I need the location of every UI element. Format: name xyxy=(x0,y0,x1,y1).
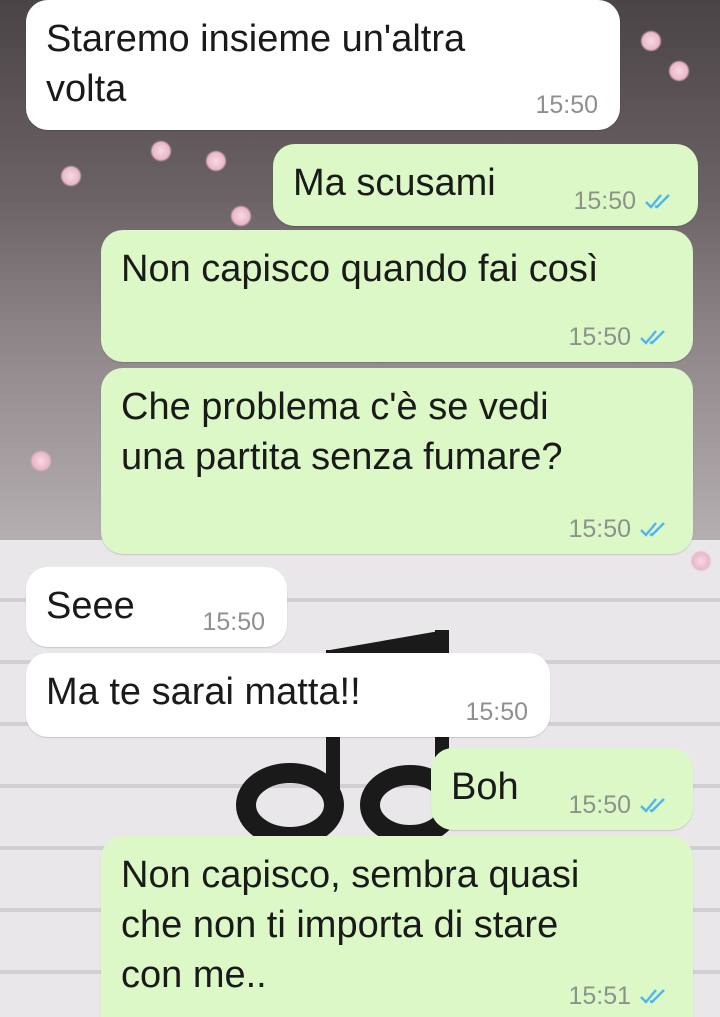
message-bubble-incoming[interactable]: Staremo insieme un'altra volta 15:50 xyxy=(26,0,620,130)
flower-decoration xyxy=(150,140,172,162)
flower-decoration xyxy=(640,30,662,52)
double-check-icon xyxy=(645,194,670,209)
message-time: 15:50 xyxy=(568,323,631,351)
message-text: Non capisco, sembra quasi che non ti imp… xyxy=(121,854,580,996)
flower-decoration xyxy=(205,150,227,172)
message-time: 15:51 xyxy=(568,982,631,1010)
message-time: 15:50 xyxy=(535,91,598,119)
message-bubble-incoming[interactable]: Ma te sarai matta!! 15:50 xyxy=(26,653,550,737)
message-bubble-incoming[interactable]: Seee 15:50 xyxy=(26,567,287,647)
message-text: Ma te sarai matta!! xyxy=(46,671,361,713)
message-meta: 15:50 xyxy=(465,697,528,727)
double-check-icon xyxy=(640,522,665,537)
message-time: 15:50 xyxy=(568,515,631,543)
message-meta: 15:50 xyxy=(568,322,671,352)
message-meta: 15:50 xyxy=(202,607,265,637)
flower-decoration xyxy=(230,205,252,227)
message-meta: 15:51 xyxy=(568,981,671,1011)
message-bubble-outgoing[interactable]: Boh 15:50 xyxy=(431,748,693,830)
message-time: 15:50 xyxy=(573,187,636,215)
message-bubble-outgoing[interactable]: Non capisco, sembra quasi che non ti imp… xyxy=(101,836,693,1017)
message-meta: 15:50 xyxy=(568,790,671,820)
message-bubble-outgoing[interactable]: Che problema c'è se vedi una partita sen… xyxy=(101,368,693,554)
message-meta: 15:50 xyxy=(568,514,671,544)
message-meta: 15:50 xyxy=(535,90,598,120)
flower-decoration xyxy=(690,550,712,572)
message-meta: 15:50 xyxy=(573,186,676,216)
message-text: Non capisco quando fai così xyxy=(121,248,599,290)
message-time: 15:50 xyxy=(568,791,631,819)
message-bubble-outgoing[interactable]: Ma scusami 15:50 xyxy=(273,144,698,226)
message-time: 15:50 xyxy=(202,608,265,636)
message-time: 15:50 xyxy=(465,698,528,726)
double-check-icon xyxy=(640,798,665,813)
double-check-icon xyxy=(640,989,665,1004)
flower-decoration xyxy=(668,60,690,82)
message-text: Staremo insieme un'altra volta xyxy=(46,18,466,110)
double-check-icon xyxy=(640,330,665,345)
message-text: Che problema c'è se vedi una partita sen… xyxy=(121,386,563,478)
flower-decoration xyxy=(30,450,52,472)
flower-decoration xyxy=(60,165,82,187)
message-bubble-outgoing[interactable]: Non capisco quando fai così 15:50 xyxy=(101,230,693,362)
